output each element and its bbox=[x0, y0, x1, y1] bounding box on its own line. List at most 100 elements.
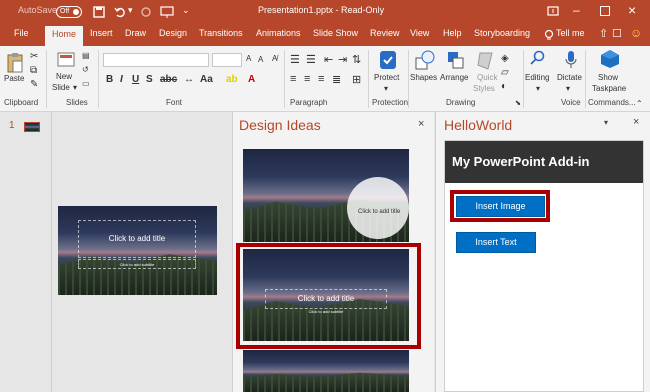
section-icon[interactable]: ▭ bbox=[82, 79, 90, 88]
strikethrough-icon[interactable]: abc bbox=[160, 74, 177, 85]
dictate-button[interactable]: Dictate bbox=[557, 73, 582, 82]
design-idea-3[interactable] bbox=[243, 350, 409, 392]
align-left-icon[interactable]: ≡ bbox=[290, 73, 296, 85]
tell-me-search[interactable]: Tell me bbox=[556, 28, 585, 38]
arrange-button[interactable]: Arrange bbox=[440, 73, 468, 82]
increase-font-icon[interactable]: A bbox=[246, 54, 251, 63]
maximize-icon[interactable] bbox=[600, 6, 610, 16]
customize-qat-icon[interactable]: ⌄ bbox=[182, 5, 190, 16]
outdent-icon[interactable]: ⇥ bbox=[338, 53, 347, 66]
justify-icon[interactable]: ≣ bbox=[332, 73, 341, 86]
font-size-select[interactable] bbox=[212, 53, 242, 67]
protect-icon[interactable] bbox=[378, 49, 398, 71]
dictate-dropdown-icon[interactable]: ▾ bbox=[566, 84, 570, 93]
cut-icon[interactable]: ✂ bbox=[30, 51, 38, 62]
close-icon[interactable]: × bbox=[628, 2, 636, 18]
shape-effects-icon[interactable]: ◐ bbox=[501, 81, 507, 92]
shapes-button[interactable]: Shapes bbox=[410, 73, 437, 82]
slide-canvas[interactable]: Click to add title Click to add subtitle bbox=[58, 206, 217, 295]
collapse-ribbon-icon[interactable]: ⌃ bbox=[636, 99, 643, 108]
tab-insert[interactable]: Insert bbox=[90, 28, 113, 38]
title-placeholder[interactable]: Click to add title bbox=[78, 220, 196, 258]
editing-dropdown-icon[interactable]: ▾ bbox=[536, 84, 540, 93]
undo-icon[interactable] bbox=[114, 6, 126, 18]
ribbon-display-options-icon[interactable] bbox=[547, 5, 559, 17]
minimize-icon[interactable]: – bbox=[573, 3, 580, 17]
smartart-icon[interactable]: ⊞ bbox=[352, 73, 361, 86]
layout-icon[interactable]: ▤ bbox=[82, 51, 90, 60]
tab-help[interactable]: Help bbox=[443, 28, 462, 38]
start-from-beginning-icon[interactable] bbox=[160, 5, 174, 19]
font-family-select[interactable] bbox=[103, 53, 209, 67]
quick-styles-icon[interactable] bbox=[476, 50, 496, 72]
change-case-icon[interactable]: Aa bbox=[200, 74, 213, 85]
tab-transitions[interactable]: Transitions bbox=[199, 28, 243, 38]
tab-review[interactable]: Review bbox=[370, 28, 400, 38]
tab-view[interactable]: View bbox=[410, 28, 429, 38]
font-color-icon[interactable]: A bbox=[248, 74, 255, 85]
microphone-icon[interactable] bbox=[565, 50, 577, 70]
highlight-icon[interactable]: ab bbox=[226, 74, 238, 85]
paste-icon[interactable] bbox=[6, 52, 24, 74]
bold-icon[interactable]: B bbox=[106, 74, 113, 85]
tab-design[interactable]: Design bbox=[159, 28, 187, 38]
arrange-icon[interactable] bbox=[446, 50, 466, 72]
tab-home[interactable]: Home bbox=[45, 26, 84, 46]
format-painter-icon[interactable]: ✎ bbox=[30, 79, 38, 90]
subtitle-placeholder[interactable]: Click to add subtitle bbox=[78, 259, 196, 269]
drawing-launcher-icon[interactable]: ⬊ bbox=[515, 99, 521, 107]
tab-draw[interactable]: Draw bbox=[125, 28, 146, 38]
protect-dropdown-icon[interactable]: ▾ bbox=[384, 84, 388, 93]
copy-icon[interactable]: ⧉ bbox=[30, 65, 37, 76]
tab-storyboarding[interactable]: Storyboarding bbox=[474, 28, 530, 38]
protect-button[interactable]: Protect bbox=[374, 73, 399, 82]
quick-styles-button-line2[interactable]: Styles bbox=[473, 84, 495, 93]
show-taskpane-button-line1[interactable]: Show bbox=[598, 73, 618, 82]
show-taskpane-button-line2[interactable]: Taskpane bbox=[592, 84, 626, 93]
redo-icon[interactable] bbox=[140, 6, 152, 18]
bullets-icon[interactable]: ☰ bbox=[290, 53, 300, 66]
italic-icon[interactable]: I bbox=[120, 74, 123, 85]
shadow-icon[interactable]: S bbox=[146, 74, 153, 85]
addin-cube-icon[interactable] bbox=[600, 49, 620, 69]
quick-styles-button-line1[interactable]: Quick bbox=[477, 73, 497, 82]
decrease-font-icon[interactable]: A bbox=[258, 55, 263, 64]
ribbon-tabs: File Home Insert Draw Design Transitions… bbox=[0, 24, 650, 46]
autosave-toggle[interactable]: Off bbox=[56, 6, 82, 18]
text-direction-icon[interactable]: ⇅ bbox=[352, 53, 361, 66]
tab-file[interactable]: File bbox=[14, 28, 29, 38]
char-spacing-icon[interactable]: ↔ bbox=[184, 74, 194, 85]
reset-icon[interactable]: ↺ bbox=[82, 65, 89, 74]
addin-header: My PowerPoint Add-in bbox=[445, 141, 643, 183]
numbering-icon[interactable]: ☰ bbox=[306, 53, 316, 66]
editing-button[interactable]: Editing bbox=[525, 73, 549, 82]
search-icon[interactable] bbox=[530, 50, 546, 66]
new-slide-icon[interactable] bbox=[57, 52, 75, 68]
shape-outline-icon[interactable]: ▱ bbox=[501, 67, 509, 78]
slide-thumbnail[interactable] bbox=[24, 122, 40, 132]
save-icon[interactable] bbox=[93, 6, 105, 18]
design-ideas-close-icon[interactable]: × bbox=[418, 118, 424, 130]
clear-format-icon[interactable]: A̸ bbox=[272, 54, 277, 63]
tab-animations[interactable]: Animations bbox=[256, 28, 301, 38]
design-idea-1[interactable]: Click to add title bbox=[243, 149, 409, 242]
align-right-icon[interactable]: ≡ bbox=[318, 73, 324, 85]
lightbulb-icon[interactable] bbox=[543, 29, 555, 41]
comments-icon[interactable]: ☐ bbox=[612, 27, 622, 40]
indent-icon[interactable]: ⇤ bbox=[324, 53, 333, 66]
shapes-icon[interactable] bbox=[414, 50, 436, 72]
addin-close-icon[interactable]: × bbox=[633, 116, 639, 128]
paste-button[interactable]: Paste bbox=[4, 74, 24, 83]
align-center-icon[interactable]: ≡ bbox=[304, 73, 310, 85]
new-slide-button-line1[interactable]: New bbox=[56, 72, 72, 81]
shape-fill-icon[interactable]: ◈ bbox=[501, 53, 509, 64]
underline-icon[interactable]: U bbox=[132, 74, 139, 85]
insert-text-button[interactable]: Insert Text bbox=[456, 232, 536, 253]
smiley-icon[interactable]: ☺ bbox=[630, 26, 642, 40]
share-icon[interactable]: ⇧ bbox=[599, 27, 608, 40]
new-slide-button-line2[interactable]: Slide bbox=[52, 83, 70, 92]
new-slide-dropdown-icon[interactable]: ▾ bbox=[73, 83, 77, 92]
pane-options-icon[interactable]: ▾ bbox=[604, 118, 608, 127]
undo-dropdown-icon[interactable]: ▾ bbox=[128, 5, 133, 16]
tab-slide-show[interactable]: Slide Show bbox=[313, 28, 358, 38]
